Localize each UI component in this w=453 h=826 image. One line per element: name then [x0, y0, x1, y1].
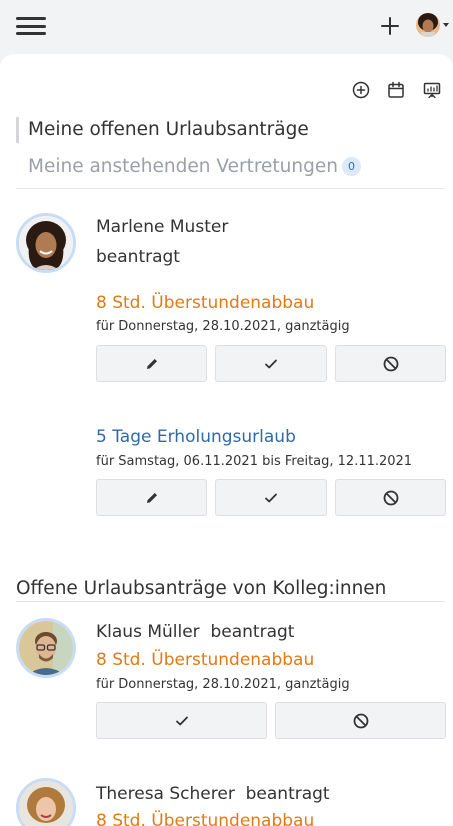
person-name: Theresa Scherer [96, 784, 235, 804]
block-icon [383, 356, 398, 371]
divider [16, 601, 445, 602]
edit-button[interactable] [96, 345, 207, 382]
request-status: beantragt [245, 784, 330, 804]
avatar [16, 778, 76, 826]
request-date: für Donnerstag, 28.10.2021, ganztägig [96, 319, 350, 334]
user-avatar[interactable] [416, 13, 450, 39]
edit-button[interactable] [96, 479, 207, 516]
person-name: Marlene Muster [96, 217, 229, 237]
block-icon [353, 713, 368, 728]
request-type: 8 Std. Überstundenabbau [96, 811, 315, 826]
calendar-icon[interactable] [386, 80, 406, 100]
colleague-name-line: Klaus Müller beantragt [96, 621, 294, 643]
tab-my-pending-substitutions[interactable]: Meine anstehenden Vertretungen 0 [28, 154, 361, 180]
avatar [16, 618, 76, 678]
section-title: Offene Urlaubsanträge von Kolleg:innen [16, 578, 387, 599]
pencil-icon [146, 492, 157, 503]
request-type: 5 Tage Erholungsurlaub [96, 427, 296, 447]
colleague-name-line: Theresa Scherer beantragt [96, 783, 330, 805]
check-icon [265, 493, 277, 502]
tab-label: Meine anstehenden Vertretungen [28, 156, 338, 177]
count-badge: 0 [341, 157, 361, 176]
reject-button[interactable] [335, 345, 446, 382]
reject-button[interactable] [335, 479, 446, 516]
approve-button[interactable] [215, 345, 327, 382]
request-type: 8 Std. Überstundenabbau [96, 650, 315, 670]
main-card: Meine offenen Urlaubsanträge Meine anste… [0, 54, 453, 826]
request-date: für Samstag, 06.11.2021 bis Freitag, 12.… [96, 454, 413, 469]
reject-button[interactable] [275, 702, 446, 739]
person-name: Klaus Müller [96, 622, 200, 642]
presentation-icon[interactable] [422, 80, 442, 100]
approve-button[interactable] [215, 479, 327, 516]
request-status: beantragt [210, 622, 295, 642]
chevron-down-icon [443, 23, 449, 27]
request-date: für Donnerstag, 28.10.2021, ganztägig [96, 677, 350, 692]
divider [16, 188, 445, 189]
tab-my-open-requests[interactable]: Meine offenen Urlaubsanträge [16, 117, 309, 143]
top-bar [0, 0, 453, 56]
plus-icon[interactable] [378, 14, 402, 38]
request-type: 8 Std. Überstundenabbau [96, 293, 315, 313]
block-icon [383, 490, 398, 505]
add-circle-icon[interactable] [351, 80, 371, 100]
check-icon [175, 716, 188, 725]
pencil-icon [146, 358, 157, 369]
avatar [16, 213, 76, 273]
approve-button[interactable] [96, 702, 267, 739]
hamburger-menu-icon[interactable] [16, 17, 46, 35]
check-icon [265, 359, 277, 368]
user-avatar-image [416, 13, 440, 37]
request-status: beantragt [96, 247, 180, 267]
